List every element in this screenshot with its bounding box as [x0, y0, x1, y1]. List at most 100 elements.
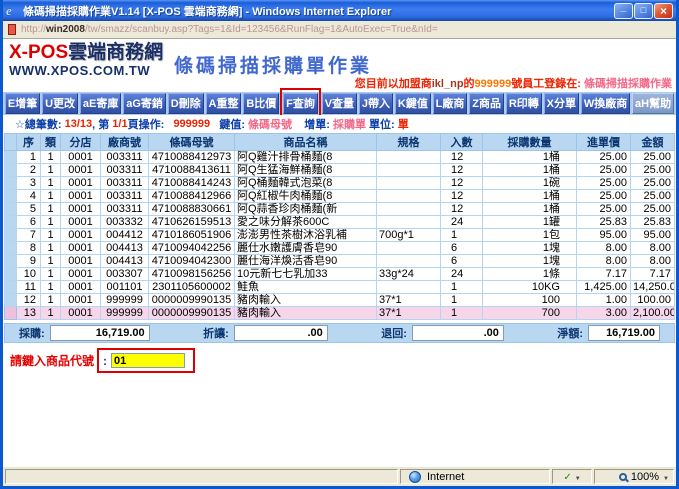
- cell-qty: 1桶: [483, 151, 577, 164]
- toolbar-button-aE寄庫[interactable]: aE寄庫: [80, 93, 121, 114]
- toolbar-button-W換廠商[interactable]: W換廠商: [581, 93, 630, 114]
- cell-type: 1: [41, 190, 61, 203]
- cell-qty: 1桶: [483, 190, 577, 203]
- row-selector[interactable]: [5, 177, 17, 190]
- cell-amount: 25.00: [631, 203, 675, 216]
- login-notice-segment: 的: [464, 78, 475, 90]
- table-row[interactable]: 8100010044134710094042256麗仕水嫩護膚香皂9061塊8.…: [5, 242, 675, 255]
- toolbar-button-aG寄銷[interactable]: aG寄銷: [123, 93, 166, 114]
- cell-qty: 1桶: [483, 203, 577, 216]
- cell-qty: 10KG: [483, 281, 577, 294]
- cell-amount: 7.17: [631, 268, 675, 281]
- status-line-segment: 條碼母號: [248, 116, 292, 132]
- table-row[interactable]: 1010001003307471009815625610元新七七乳加3333g*…: [5, 268, 675, 281]
- cell-barcode: 4710088414243: [149, 177, 235, 190]
- filter-check-icon: [563, 471, 571, 483]
- product-code-input[interactable]: [111, 353, 185, 368]
- table-row[interactable]: 5100010033114710088830661阿Q蒜香珍肉桶麵(新121桶2…: [5, 203, 675, 216]
- row-selector[interactable]: [5, 190, 17, 203]
- column-header: 規格: [377, 134, 441, 151]
- cell-barcode: 4710094042256: [149, 242, 235, 255]
- cell-type: 1: [41, 216, 61, 229]
- zoom-control[interactable]: 100%: [594, 469, 674, 484]
- table-row[interactable]: 3100010033114710088414243阿Q桶麵韓式泡菜(8121碗2…: [5, 177, 675, 190]
- items-table: 序類分店廠商號條碼母號商品名稱規格入數採購數量進單價金額 11000100331…: [4, 133, 675, 320]
- table-row[interactable]: 6100010033324710626159513愛之味分解茶600C241罐2…: [5, 216, 675, 229]
- row-selector[interactable]: [5, 255, 17, 268]
- row-selector[interactable]: [5, 268, 17, 281]
- cell-amount: 100.00: [631, 294, 675, 307]
- row-selector[interactable]: [5, 216, 17, 229]
- row-selector[interactable]: [5, 203, 17, 216]
- cell-barcode: 4710098156256: [149, 268, 235, 281]
- cell-units: 12: [441, 177, 483, 190]
- toolbar-button-E增筆[interactable]: E增筆: [5, 93, 40, 114]
- toolbar-button-J帶入[interactable]: J帶入: [359, 93, 393, 114]
- cell-units: 12: [441, 151, 483, 164]
- toolbar-button-X分單[interactable]: X分單: [544, 93, 579, 114]
- phishing-filter-panel[interactable]: [552, 469, 592, 484]
- cell-spec: 37*1: [377, 307, 441, 320]
- toolbar-button-U更改[interactable]: U更改: [42, 93, 78, 114]
- status-line-segment: 增單:: [292, 116, 333, 132]
- cell-barcode: 0000009990135: [149, 294, 235, 307]
- row-selector[interactable]: [5, 242, 17, 255]
- row-selector[interactable]: [5, 307, 17, 320]
- cell-price: 25.00: [577, 177, 631, 190]
- row-selector[interactable]: [5, 164, 17, 177]
- toolbar-button-Z商品[interactable]: Z商品: [469, 93, 504, 114]
- status-line-segment: 單位:: [366, 116, 398, 132]
- toolbar-button-B比價[interactable]: B比價: [243, 93, 279, 114]
- close-button[interactable]: [654, 3, 673, 19]
- cell-type: 1: [41, 229, 61, 242]
- table-row[interactable]: 13100019999990000009990135豬肉輸入37*117003.…: [5, 307, 675, 320]
- toolbar-button-L廠商[interactable]: L廠商: [433, 93, 468, 114]
- toolbar-button-D刪除[interactable]: D刪除: [168, 93, 204, 114]
- page-header: X-POS雲端商務網 WWW.XPOS.COM.TW 條碼掃描採購單作業 您目前…: [3, 39, 676, 92]
- row-selector[interactable]: [5, 281, 17, 294]
- cell-store: 0001: [61, 216, 101, 229]
- table-row[interactable]: 4100010033114710088412966阿Q紅椒牛肉桶麵(8121桶2…: [5, 190, 675, 203]
- zoom-level: 100%: [631, 471, 659, 483]
- row-selector[interactable]: [5, 151, 17, 164]
- table-row[interactable]: 11100010011012301105600002鮭魚110KG1,425.0…: [5, 281, 675, 294]
- cell-units: 12: [441, 203, 483, 216]
- cell-vendor: 999999: [101, 307, 149, 320]
- cell-vendor: 003332: [101, 216, 149, 229]
- row-selector[interactable]: [5, 294, 17, 307]
- cell-store: 0001: [61, 242, 101, 255]
- filter-dropdown-icon: [575, 471, 581, 483]
- toolbar-button-R印轉[interactable]: R印轉: [506, 93, 542, 114]
- cell-name: 阿Q紅椒牛肉桶麵(8: [235, 190, 377, 203]
- cell-price: 95.00: [577, 229, 631, 242]
- cell-store: 0001: [61, 255, 101, 268]
- summary-label: 退回:: [381, 325, 407, 341]
- toolbar-button-V查量[interactable]: V查量: [322, 93, 357, 114]
- cell-qty: 1塊: [483, 242, 577, 255]
- url-text[interactable]: http://win2008/tw/smazz/scanbuy.asp?Tags…: [21, 24, 438, 35]
- table-row[interactable]: 12100019999990000009990135豬肉輸入37*111001.…: [5, 294, 675, 307]
- toolbar-button-K鍵值[interactable]: K鍵值: [395, 93, 431, 114]
- url-prefix: http://: [21, 24, 46, 35]
- maximize-button[interactable]: [634, 3, 653, 19]
- table-row[interactable]: 9100010044134710094042300麗仕海洋煥活香皂9061塊8.…: [5, 255, 675, 268]
- table-row[interactable]: 7100010044124710186051906澎澎男性茶樹沐浴乳補700g*…: [5, 229, 675, 242]
- table-row[interactable]: 2100010033114710088413611阿Q生猛海鮮桶麵(8121桶2…: [5, 164, 675, 177]
- column-header: 類: [41, 134, 61, 151]
- column-header: 入數: [441, 134, 483, 151]
- row-selector[interactable]: [5, 229, 17, 242]
- title-bar: e 條碼掃描採購作業V1.14 [X-POS 雲端商務網] - Windows …: [3, 0, 676, 21]
- cell-qty: 1碗: [483, 177, 577, 190]
- cell-seq: 13: [17, 307, 41, 320]
- cell-price: 25.00: [577, 190, 631, 203]
- cell-name: 澎澎男性茶樹沐浴乳補: [235, 229, 377, 242]
- toolbar-button-aH幫助[interactable]: aH幫助: [632, 93, 674, 114]
- prompt-row: 請鍵入商品代號 :: [10, 348, 676, 373]
- cell-seq: 11: [17, 281, 41, 294]
- toolbar-button-F查詢[interactable]: F查詢: [283, 93, 318, 114]
- summary-group: 折讓:.00: [203, 325, 328, 341]
- minimize-button[interactable]: [614, 3, 633, 19]
- table-row[interactable]: 1100010033114710088412973阿Q雞汁排骨桶麵(8121桶2…: [5, 151, 675, 164]
- page-icon: [8, 24, 16, 35]
- toolbar-button-A重整[interactable]: A重整: [206, 93, 242, 114]
